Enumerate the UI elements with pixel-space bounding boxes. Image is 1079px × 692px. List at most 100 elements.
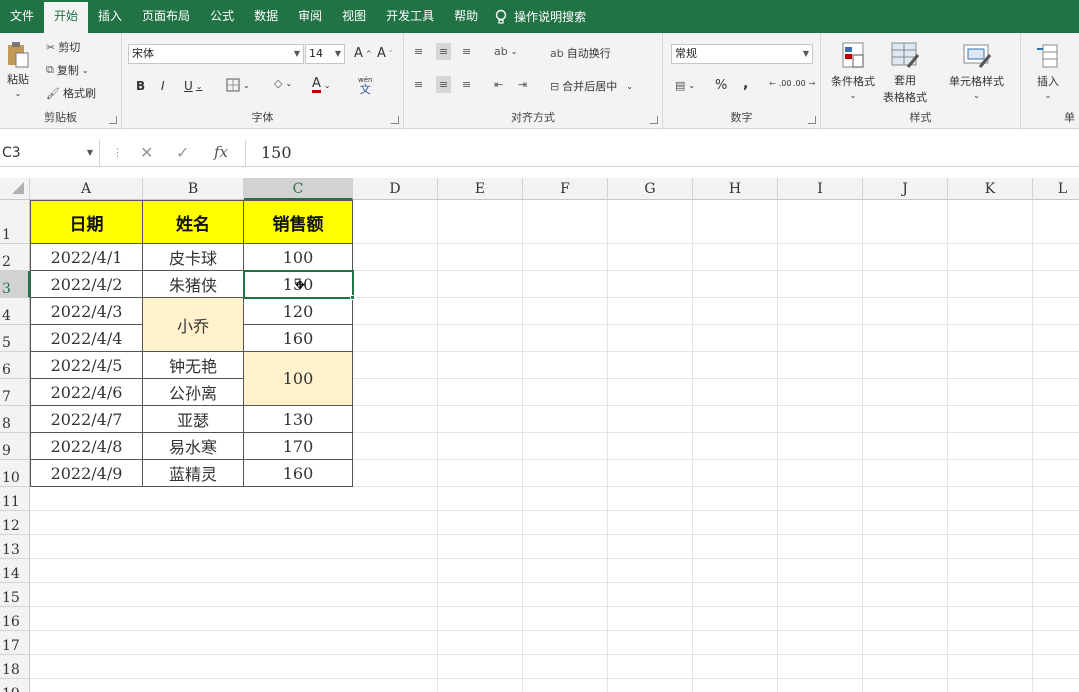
column-header-a[interactable]: A	[30, 178, 143, 200]
paste-button[interactable]: 粘贴 ⌄	[6, 41, 30, 98]
row-header-6[interactable]: 6	[0, 352, 30, 379]
font-color-button[interactable]: A ⌄	[312, 77, 331, 93]
row-header-13[interactable]: 13	[0, 535, 30, 559]
clipboard-launcher-icon[interactable]	[109, 116, 117, 124]
sales-cell[interactable]: 170	[244, 433, 353, 460]
row-header-9[interactable]: 9	[0, 433, 30, 460]
more-options-icon[interactable]: ⋮	[112, 146, 123, 159]
orientation-button[interactable]: ab ⌄	[494, 45, 517, 58]
align-top-button[interactable]: ≡	[414, 45, 423, 58]
font-name-select[interactable]: 宋体 ▼	[128, 44, 304, 64]
column-header-j[interactable]: J	[863, 178, 948, 200]
sales-cell[interactable]: 100	[244, 244, 353, 271]
tell-me-search[interactable]: 操作说明搜索	[494, 8, 586, 25]
tab-view[interactable]: 视图	[332, 0, 376, 33]
date-cell[interactable]: 2022/4/2	[30, 271, 143, 298]
tab-review[interactable]: 审阅	[288, 0, 332, 33]
column-header-h[interactable]: H	[693, 178, 778, 200]
cut-button[interactable]: ✂ 剪切	[46, 39, 80, 55]
tab-developer[interactable]: 开发工具	[376, 0, 444, 33]
phonetic-button[interactable]: wén 文	[358, 75, 372, 95]
merge-center-button[interactable]: ⊟ 合并后居中 ⌄	[550, 78, 633, 94]
fill-color-button[interactable]: ◇ ⌄	[274, 77, 292, 90]
sales-cell[interactable]: 160	[244, 460, 353, 487]
row-header-2[interactable]: 2	[0, 244, 30, 271]
row-header-15[interactable]: 15	[0, 583, 30, 607]
align-center-button[interactable]: ≡	[436, 76, 452, 93]
name-cell[interactable]: 易水寒	[143, 433, 244, 460]
border-button[interactable]: ⌄	[226, 78, 250, 92]
grow-font-button[interactable]: A ^	[354, 46, 372, 61]
name-cell-merged[interactable]: 小乔	[143, 298, 244, 352]
confirm-entry-icon[interactable]: ✓	[176, 143, 189, 162]
insert-cells-button[interactable]: 插入 ⌄	[1035, 41, 1061, 100]
date-cell[interactable]: 2022/4/1	[30, 244, 143, 271]
bold-button[interactable]: B	[136, 79, 145, 93]
column-header-b[interactable]: B	[143, 178, 244, 200]
header-cell[interactable]: 销售额	[244, 200, 353, 244]
row-header-11[interactable]: 11	[0, 487, 30, 511]
date-cell[interactable]: 2022/4/5	[30, 352, 143, 379]
date-cell[interactable]: 2022/4/3	[30, 298, 143, 325]
comma-button[interactable]: ,	[743, 76, 748, 92]
align-middle-button[interactable]: ≡	[436, 43, 452, 60]
insert-function-button[interactable]: fx	[214, 143, 228, 161]
row-header-8[interactable]: 8	[0, 406, 30, 433]
decrease-indent-button[interactable]: ⇤	[494, 78, 503, 91]
name-cell[interactable]: 蓝精灵	[143, 460, 244, 487]
tab-formulas[interactable]: 公式	[200, 0, 244, 33]
increase-indent-button[interactable]: ⇥	[518, 78, 527, 91]
tab-home[interactable]: 开始	[44, 2, 89, 33]
name-cell[interactable]: 亚瑟	[143, 406, 244, 433]
row-header-17[interactable]: 17	[0, 631, 30, 655]
header-cell[interactable]: 日期	[30, 200, 143, 244]
accounting-format-button[interactable]: ▤ ⌄	[675, 79, 695, 92]
font-size-select[interactable]: 14 ▼	[305, 44, 345, 64]
tab-help[interactable]: 帮助	[444, 0, 488, 33]
tab-insert[interactable]: 插入	[88, 0, 132, 33]
column-header-f[interactable]: F	[523, 178, 608, 200]
align-right-button[interactable]: ≡	[462, 78, 471, 91]
row-header-5[interactable]: 5	[0, 325, 30, 352]
column-header-g[interactable]: G	[608, 178, 693, 200]
column-header-i[interactable]: I	[778, 178, 863, 200]
shrink-font-button[interactable]: Aˇ	[377, 46, 392, 61]
row-header-12[interactable]: 12	[0, 511, 30, 535]
column-header-k[interactable]: K	[948, 178, 1033, 200]
name-box[interactable]: C3 ▼	[0, 140, 100, 166]
name-cell[interactable]: 公孙离	[143, 379, 244, 406]
name-cell[interactable]: 朱猪侠	[143, 271, 244, 298]
column-header-d[interactable]: D	[353, 178, 438, 200]
conditional-formatting-button[interactable]: 条件格式 ⌄	[831, 41, 875, 100]
italic-button[interactable]: I	[161, 79, 165, 93]
tab-file[interactable]: 文件	[0, 0, 44, 33]
name-cell[interactable]: 钟无艳	[143, 352, 244, 379]
row-header-3[interactable]: 3	[0, 271, 30, 298]
row-header-18[interactable]: 18	[0, 655, 30, 679]
cell-styles-button[interactable]: 单元格样式 ⌄	[949, 41, 1004, 100]
tab-data[interactable]: 数据	[244, 0, 288, 33]
align-bottom-button[interactable]: ≡	[462, 45, 471, 58]
fill-handle[interactable]	[350, 295, 355, 300]
date-cell[interactable]: 2022/4/9	[30, 460, 143, 487]
increase-decimal-button[interactable]: ← .00	[769, 79, 791, 88]
row-header-4[interactable]: 4	[0, 298, 30, 325]
decrease-decimal-button[interactable]: .00 →	[793, 79, 815, 88]
align-left-button[interactable]: ≡	[414, 78, 423, 91]
wrap-text-button[interactable]: ab 自动换行	[550, 45, 611, 61]
row-header-7[interactable]: 7	[0, 379, 30, 406]
date-cell[interactable]: 2022/4/8	[30, 433, 143, 460]
row-header-14[interactable]: 14	[0, 559, 30, 583]
font-launcher-icon[interactable]	[391, 116, 399, 124]
format-as-table-button[interactable]: 套用 表格格式	[883, 41, 927, 105]
formula-input[interactable]: 150	[245, 140, 1079, 166]
number-format-select[interactable]: 常规 ▼	[671, 44, 813, 64]
name-cell[interactable]: 皮卡球	[143, 244, 244, 271]
column-header-l[interactable]: L	[1033, 178, 1079, 200]
row-header-10[interactable]: 10	[0, 460, 30, 487]
select-all-corner[interactable]	[0, 178, 30, 200]
underline-button[interactable]: U ⌄	[184, 79, 203, 93]
sales-cell-merged[interactable]: 100	[244, 352, 353, 406]
percent-button[interactable]: %	[715, 78, 727, 93]
cancel-entry-icon[interactable]: ✕	[140, 143, 153, 162]
